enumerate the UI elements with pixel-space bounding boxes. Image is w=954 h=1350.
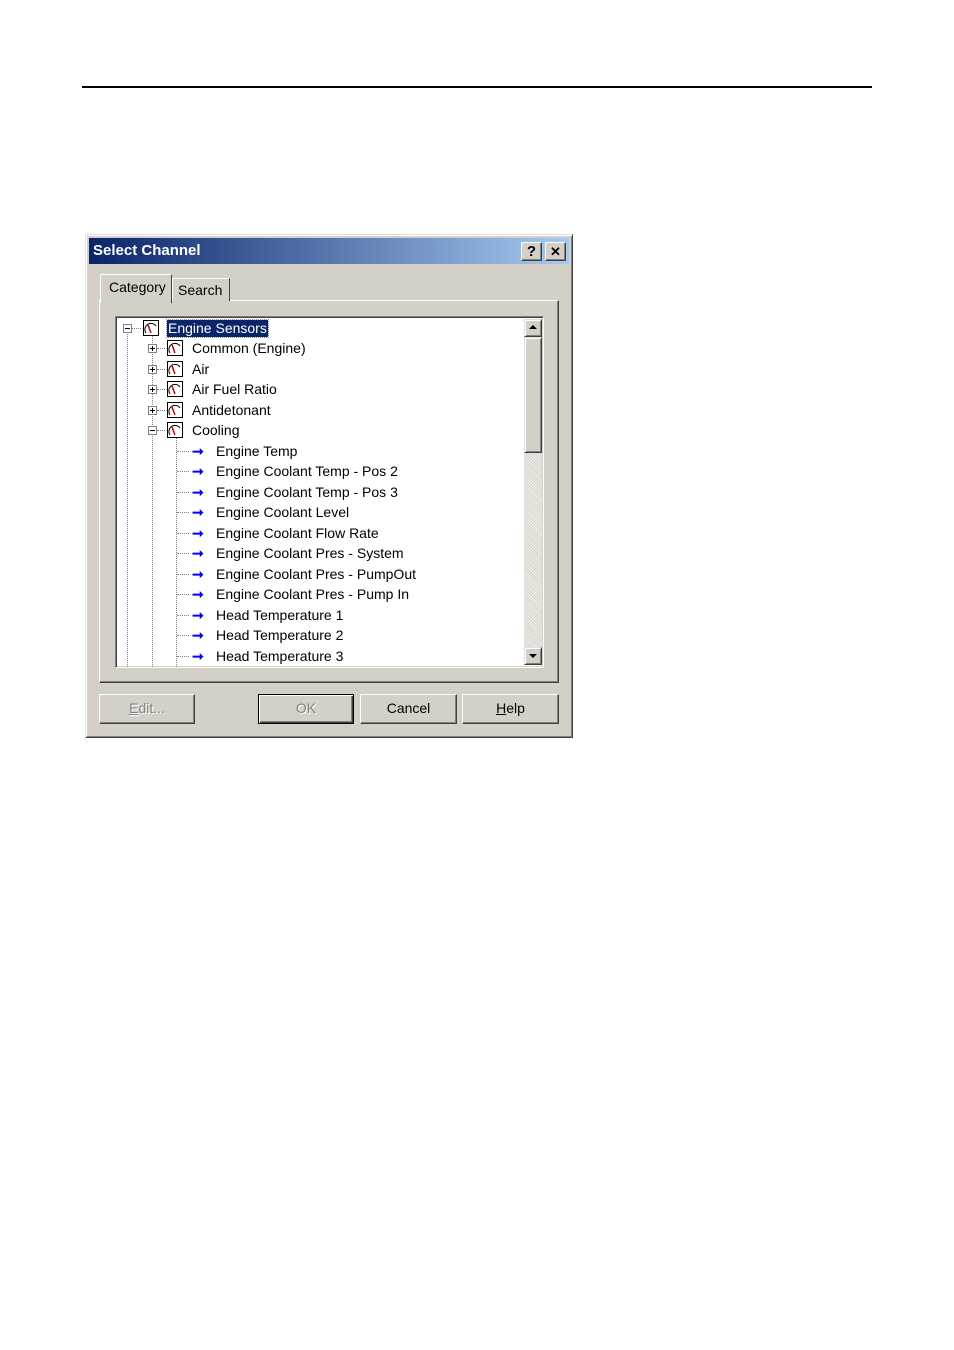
tab-category-label: Category: [109, 279, 166, 295]
dialog-titlebar[interactable]: Select Channel ? ✕: [89, 238, 569, 264]
arrow-right-icon: ➞: [192, 586, 204, 602]
tree-connector: [177, 594, 189, 595]
arrow-right-icon: ➞: [192, 648, 204, 664]
cancel-label: Cancel: [386, 700, 431, 716]
expand-toggle[interactable]: [148, 385, 157, 394]
arrow-up-icon: [529, 325, 537, 329]
tab-search-label: Search: [178, 282, 223, 298]
gauge-icon: [167, 361, 183, 377]
tree-node-common-engine[interactable]: Common (Engine): [192, 340, 306, 357]
scroll-down-button[interactable]: [524, 647, 542, 665]
edit-label-rest: dit...: [138, 700, 165, 716]
arrow-right-icon: ➞: [192, 566, 204, 582]
tab-search[interactable]: Search: [172, 278, 230, 301]
gauge-icon: [143, 320, 159, 336]
arrow-right-icon: ➞: [192, 525, 204, 541]
tree-node-engine-sensors[interactable]: Engine Sensors: [166, 319, 269, 338]
tree-leaf-coolant-temp-pos3[interactable]: Engine Coolant Temp - Pos 3: [216, 484, 398, 501]
tree-connector: [157, 348, 165, 349]
help-mnemonic: H: [496, 700, 507, 716]
question-mark-icon: ?: [526, 243, 537, 260]
arrow-right-icon: ➞: [192, 627, 204, 643]
ok-button[interactable]: OK: [258, 694, 354, 724]
arrow-down-icon: [529, 654, 537, 658]
tab-category[interactable]: Category: [100, 274, 172, 303]
arrow-right-icon: ➞: [192, 463, 204, 479]
tree-connector: [177, 533, 189, 534]
tree-connector: [157, 369, 165, 370]
tree-leaf-coolant-pres-system[interactable]: Engine Coolant Pres - System: [216, 545, 404, 562]
gauge-icon: [167, 340, 183, 356]
tree-node-cooling[interactable]: Cooling: [192, 422, 239, 439]
tree-node-antidetonant[interactable]: Antidetonant: [192, 402, 271, 419]
collapse-toggle[interactable]: [123, 324, 132, 333]
tree-connector: [132, 328, 141, 329]
tree-connector: [177, 471, 189, 472]
tree-node-air-fuel-ratio[interactable]: Air Fuel Ratio: [192, 381, 277, 398]
help-label-rest: elp: [506, 700, 525, 716]
tree-connector: [177, 656, 189, 657]
expand-toggle[interactable]: [148, 406, 157, 415]
tree-connector: [177, 451, 189, 452]
arrow-right-icon: ➞: [192, 443, 204, 459]
gauge-icon: [167, 402, 183, 418]
collapse-toggle[interactable]: [148, 426, 157, 435]
tree-leaf-coolant-level[interactable]: Engine Coolant Level: [216, 504, 349, 521]
gauge-icon: [167, 422, 183, 438]
tree-connector: [177, 574, 189, 575]
tree-connector: [177, 615, 189, 616]
tree-connector: [177, 553, 189, 554]
tree-connector: [157, 430, 165, 431]
help-button[interactable]: Help: [462, 694, 559, 724]
vertical-scrollbar[interactable]: [524, 319, 542, 665]
arrow-right-icon: ➞: [192, 607, 204, 623]
tree-connector: [177, 635, 189, 636]
arrow-right-icon: ➞: [192, 484, 204, 500]
ok-label: OK: [295, 700, 317, 716]
tree-leaf-coolant-pres-pumpin[interactable]: Engine Coolant Pres - Pump In: [216, 586, 409, 603]
dialog-title: Select Channel: [93, 242, 201, 259]
tree-connector: [157, 410, 165, 411]
tree-leaf-head-temp-2[interactable]: Head Temperature 2: [216, 627, 343, 644]
scroll-thumb[interactable]: [524, 337, 542, 453]
gauge-icon: [167, 381, 183, 397]
tree-leaf-coolant-temp-pos2[interactable]: Engine Coolant Temp - Pos 2: [216, 463, 398, 480]
tree-leaf-head-temp-1[interactable]: Head Temperature 1: [216, 607, 343, 624]
tree-connector: [157, 389, 165, 390]
arrow-right-icon: ➞: [192, 545, 204, 561]
tree-node-air[interactable]: Air: [192, 361, 209, 378]
close-icon: ✕: [550, 244, 561, 259]
tree-leaf-coolant-flow-rate[interactable]: Engine Coolant Flow Rate: [216, 525, 379, 542]
cancel-button[interactable]: Cancel: [360, 694, 457, 724]
close-button[interactable]: ✕: [545, 242, 566, 261]
edit-button[interactable]: Edit...: [99, 694, 195, 724]
expand-toggle[interactable]: [148, 365, 157, 374]
tree-connector: [177, 492, 189, 493]
tree-leaf-engine-temp[interactable]: Engine Temp: [216, 443, 297, 460]
tree-connector: [177, 512, 189, 513]
channel-tree[interactable]: Engine Sensors Common (Engine) Air Air F…: [115, 316, 544, 668]
help-title-button[interactable]: ?: [521, 242, 542, 261]
tree-connector: [152, 334, 153, 667]
expand-toggle[interactable]: [148, 344, 157, 353]
tree-leaf-coolant-pres-pumpout[interactable]: Engine Coolant Pres - PumpOut: [216, 566, 416, 583]
arrow-right-icon: ➞: [192, 504, 204, 520]
page-top-rule: [82, 86, 872, 88]
tree-connector: [127, 334, 128, 667]
tree-leaf-head-temp-3[interactable]: Head Temperature 3: [216, 648, 343, 665]
tree-content: Engine Sensors Common (Engine) Air Air F…: [116, 317, 521, 667]
scroll-up-button[interactable]: [524, 319, 542, 337]
